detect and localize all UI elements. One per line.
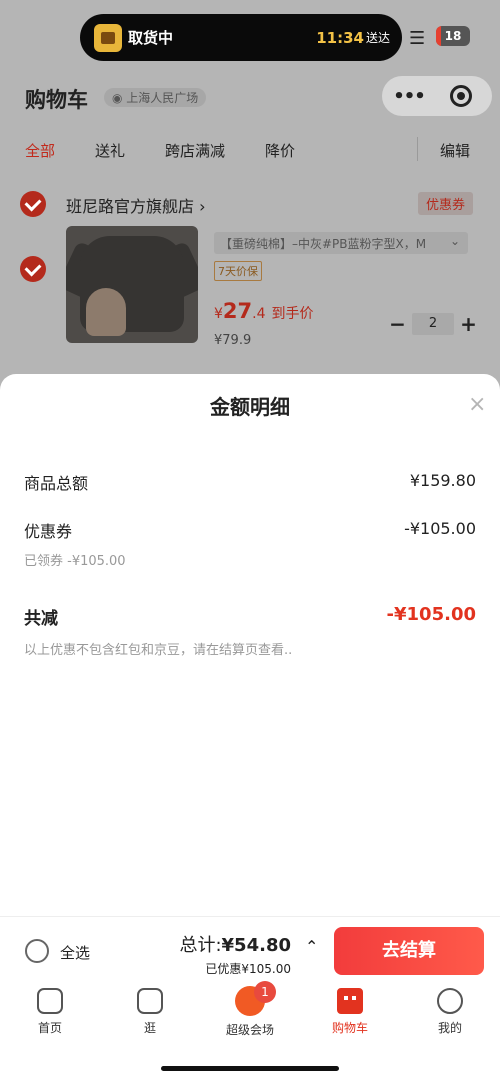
total-prefix: 总计: [179, 935, 222, 956]
coupon-sub: 已领券 -¥105.00 [24, 554, 126, 569]
home-icon [37, 988, 63, 1014]
sheet-title: 金额明细 [210, 395, 290, 419]
notification-badge: 1 [254, 981, 276, 1003]
wifi-icon: ☰ [409, 28, 426, 49]
tab-cart-label: 购物车 [331, 1021, 368, 1035]
coupon-label: 优惠券 [24, 522, 73, 541]
saved-amount: 已优惠¥105.00 [205, 962, 291, 976]
tab-mine[interactable]: 我的 [410, 988, 490, 1036]
goods-total-label: 商品总额 [24, 474, 89, 493]
quantity-stepper: − 2 + [388, 312, 478, 336]
more-menu-icon[interactable]: ••• [382, 86, 436, 107]
play-video-icon [137, 988, 163, 1014]
final-price: ¥27.4 到手价 [214, 299, 314, 323]
smiley-face-icon [437, 988, 463, 1014]
edit-button[interactable]: 编辑 [440, 140, 470, 161]
store-name[interactable]: 班尼路官方旗舰店 › [66, 193, 206, 217]
total-value: ¥54.80 [221, 935, 291, 956]
store-card: 班尼路官方旗舰店 › 优惠券 【重磅纯棉】–中灰#PB蓝粉字型X，M ⌄ 7天价… [0, 175, 500, 390]
pickup-status-label: 取货中 [128, 29, 174, 47]
total-amount: 总计:¥54.80 [179, 931, 291, 957]
total-reduce-label: 共减 [24, 609, 58, 629]
product-spec-selector[interactable]: 【重磅纯棉】–中灰#PB蓝粉字型X，M ⌄ [214, 232, 468, 254]
amount-detail-sheet: 金额明细 × 商品总额 ¥159.80 优惠券 -¥105.00 已领券 -¥1… [0, 374, 500, 916]
tab-cart[interactable]: 购物车 [310, 988, 390, 1036]
battery-icon: 18 [436, 26, 470, 46]
total-reduce-value: -¥105.00 [386, 604, 476, 625]
chevron-down-icon: ⌄ [449, 234, 460, 248]
close-icon[interactable]: × [468, 392, 486, 417]
tab-super-venue-label: 超级会场 [225, 1023, 274, 1037]
page-header: 购物车 ◉ 上海人民广场 ••• [0, 70, 500, 125]
tab-price-drop[interactable]: 降价 [265, 140, 295, 161]
home-indicator [161, 1066, 339, 1071]
original-price: ¥79.9 [214, 333, 252, 348]
eta-suffix: 送达 [365, 31, 390, 45]
cart-page-dimmed: 购物车 ◉ 上海人民广场 ••• 全部 送礼 跨店满减 降价 编辑 班尼路官方旗… [0, 70, 500, 390]
cart-icon [337, 988, 363, 1014]
price-protection-tag: 7天价保 [214, 261, 262, 281]
location-chip[interactable]: ◉ 上海人民广场 [104, 88, 207, 107]
delivery-live-activity[interactable]: 取货中 11:34 送达 [80, 14, 402, 61]
tab-browse-label: 逛 [143, 1021, 156, 1035]
miniapp-capsule: ••• [382, 76, 492, 116]
tab-mine-label: 我的 [437, 1021, 462, 1035]
tab-cross-store-discount[interactable]: 跨店满减 [165, 140, 225, 161]
battery-level: 18 [444, 29, 462, 43]
tab-all[interactable]: 全部 [25, 140, 55, 161]
decrease-button[interactable]: − [388, 312, 407, 336]
item-checkbox[interactable] [20, 256, 46, 282]
checkout-button[interactable]: 去结算 [334, 927, 484, 975]
coupon-value: -¥105.00 [404, 519, 476, 538]
filter-tabs: 全部 送礼 跨店满减 降价 编辑 [0, 132, 500, 168]
page-title: 购物车 [25, 88, 88, 112]
tab-gift[interactable]: 送礼 [95, 140, 125, 161]
tab-super-venue[interactable]: 超级会场 [210, 986, 290, 1038]
close-miniapp-icon[interactable] [450, 85, 472, 107]
tab-divider [417, 137, 418, 161]
eta-time: 11:34 [316, 28, 364, 47]
select-all-label[interactable]: 全选 [60, 942, 90, 963]
tab-browse[interactable]: 逛 [110, 988, 190, 1036]
product-spec-text: 【重磅纯棉】–中灰#PB蓝粉字型X，M [220, 237, 427, 251]
delivery-courier-icon [94, 23, 122, 52]
coupon-tag[interactable]: 优惠券 [418, 192, 474, 215]
store-checkbox[interactable] [20, 191, 46, 217]
increase-button[interactable]: + [459, 312, 478, 336]
select-all-checkbox[interactable] [25, 939, 49, 963]
tab-home-label: 首页 [37, 1021, 62, 1035]
product-image[interactable] [66, 226, 198, 343]
quantity-input[interactable]: 2 [412, 313, 454, 335]
location-text: 上海人民广场 [126, 91, 199, 105]
chevron-up-icon[interactable]: ⌃ [305, 937, 318, 956]
checkout-bar: 全选 总计:¥54.80 已优惠¥105.00 ⌃ 去结算 [0, 916, 500, 984]
goods-total-value: ¥159.80 [409, 471, 476, 490]
status-bar: 取货中 11:34 送达 ☰ 18 [0, 0, 500, 70]
discount-note: 以上优惠不包含红包和京豆，请在结算页查看.. [24, 643, 293, 658]
tab-home[interactable]: 首页 [10, 988, 90, 1036]
